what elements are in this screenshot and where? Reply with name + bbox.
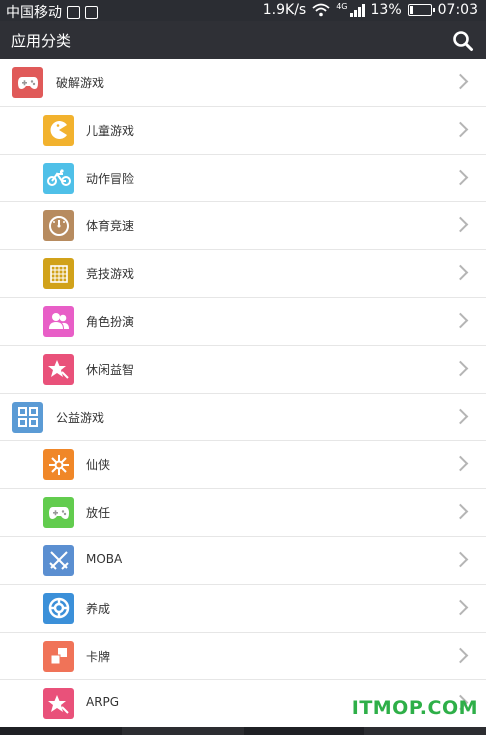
row-label: 休闲益智 [86, 362, 135, 377]
page-title: 应用分类 [11, 32, 72, 50]
lifebuoy-icon [43, 592, 74, 624]
system-nav-bar [0, 727, 486, 735]
row-label: 角色扮演 [86, 314, 135, 329]
sparkle-icon [43, 449, 74, 481]
chevron-right-icon [452, 360, 469, 377]
bicycle-icon [43, 162, 74, 194]
battery-percent: 13% [370, 2, 402, 18]
subcategory-row[interactable]: 卡牌 [0, 633, 486, 681]
carrier-label: 中国移动 [6, 5, 62, 21]
row-label: 体育竞速 [86, 219, 135, 234]
image-icon [85, 5, 98, 19]
network-type: 4G [336, 2, 348, 11]
crossed-swords-icon [43, 544, 74, 576]
chevron-right-icon [452, 503, 469, 520]
notification-icon [67, 5, 80, 19]
nav-back-button[interactable] [364, 727, 486, 735]
pacman-icon [43, 114, 74, 146]
chevron-right-icon [452, 264, 469, 281]
row-label: 动作冒险 [86, 171, 135, 186]
subcategory-row[interactable]: 竞技游戏 [0, 250, 486, 298]
star-icon [43, 353, 74, 385]
category-row[interactable]: 公益游戏 [0, 394, 486, 442]
nav-recent-button[interactable] [122, 727, 244, 735]
watermark: ITMOP.COM [351, 697, 478, 719]
app-header: 应用分类 [0, 21, 486, 59]
subcategory-row[interactable]: 角色扮演 [0, 298, 486, 346]
chevron-right-icon [452, 169, 469, 185]
gamepad-icon [43, 497, 74, 529]
subcategory-row[interactable]: 休闲益智 [0, 346, 486, 394]
row-label: 卡牌 [86, 649, 111, 664]
subcategory-row[interactable]: 儿童游戏 [0, 107, 486, 155]
row-label: 养成 [86, 601, 111, 616]
clock: 07:03 [437, 2, 478, 18]
row-label: 公益游戏 [56, 410, 105, 425]
row-label: 放任 [86, 506, 111, 521]
grid-icon [43, 258, 74, 290]
battery-icon [407, 4, 435, 16]
row-label: 竞技游戏 [86, 267, 135, 282]
chevron-right-icon [452, 408, 469, 424]
chevron-right-icon [452, 551, 469, 568]
apps-grid-icon [12, 401, 43, 433]
row-label: 破解游戏 [56, 76, 105, 90]
subcategory-row[interactable]: 体育竞速 [0, 202, 486, 251]
chevron-right-icon [452, 121, 469, 138]
subcategory-row[interactable]: 放任 [0, 489, 486, 537]
row-label: ARPG [86, 695, 120, 710]
row-label: MOBA [86, 551, 123, 566]
signal-icon [349, 3, 365, 17]
row-label: 仙侠 [86, 458, 111, 473]
subcategory-row[interactable]: 仙侠 [0, 441, 486, 490]
row-label: 儿童游戏 [86, 123, 135, 138]
chevron-right-icon [452, 217, 469, 233]
chevron-right-icon [452, 647, 469, 663]
chevron-right-icon [452, 73, 469, 90]
subcategory-row[interactable]: MOBA [0, 537, 486, 585]
chevron-right-icon [452, 456, 469, 472]
subcategory-row[interactable]: 动作冒险 [0, 155, 486, 203]
chevron-right-icon [452, 312, 469, 329]
category-row[interactable]: 破解游戏 [0, 59, 486, 107]
subcategory-row[interactable]: 养成 [0, 585, 486, 633]
speedometer-icon [43, 210, 74, 242]
people-icon [43, 305, 74, 337]
search-icon[interactable] [452, 30, 474, 52]
category-list: 破解游戏儿童游戏动作冒险体育竞速竞技游戏角色扮演休闲益智公益游戏仙侠放任 MOBA… [0, 59, 486, 729]
network-speed: 1.9K/s [262, 2, 307, 18]
star-icon [43, 688, 74, 720]
cards-icon [43, 640, 74, 672]
chevron-right-icon [452, 599, 469, 616]
wifi-icon [312, 3, 330, 17]
gamepad-icon [12, 67, 43, 98]
status-bar: 中国移动 1.9K/s 4G 13% 07:03 [0, 0, 486, 21]
